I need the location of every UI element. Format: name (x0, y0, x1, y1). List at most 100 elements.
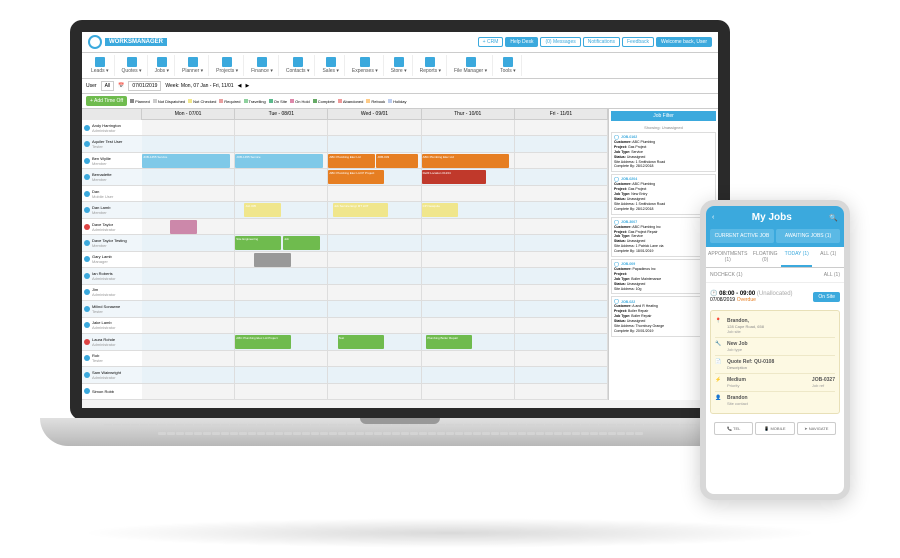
job-block[interactable]: ABC Plumbing Elec Ltd IP Project (328, 170, 383, 184)
tel-button[interactable]: 📞 TEL (714, 422, 753, 435)
status-legend: + Add Time Off PlannedNot DispatchedNot … (82, 94, 718, 109)
job-block[interactable]: ABC Plumbing Elec Ltd (328, 154, 374, 168)
phone-screen: ‹ My Jobs 🔍 CURRENT ACTIVE JOB AWAITING … (706, 206, 844, 494)
toolbar-expenses[interactable]: Expenses ▾ (347, 55, 384, 76)
header-buttons: + CRM Help Desk (0) Messages Notificatio… (478, 37, 712, 47)
main-toolbar: Leads ▾Quotes ▾Jobs ▾Planner ▾Projects ▾… (82, 53, 718, 79)
user-row[interactable]: Simon Robb (82, 384, 142, 400)
phone-status-row: NOCHECK (1) ALL (1) (706, 268, 844, 283)
job-block[interactable]: ABC Plumbing Elec Ltd Project (235, 335, 290, 349)
legend-item: Holiday (388, 96, 406, 106)
job-block[interactable]: Job Service Engr MT LDT (333, 203, 388, 217)
user-row[interactable]: Gary LambManager (82, 252, 142, 268)
user-row[interactable]: Dave TaylorAdministrator (82, 219, 142, 235)
logo-icon (88, 35, 102, 49)
user-row[interactable]: DanMobile User (82, 186, 142, 202)
user-row[interactable]: Ben WyllieMember (82, 153, 142, 169)
phone-device: ‹ My Jobs 🔍 CURRENT ACTIVE JOB AWAITING … (700, 200, 850, 500)
user-label: User (86, 83, 97, 89)
toolbar-file manager[interactable]: File Manager ▾ (449, 55, 493, 76)
job-block[interactable]: Job (283, 236, 320, 250)
job-block[interactable]: JOB-1455 Service (142, 154, 230, 168)
job-block[interactable]: Refill Location 01234 (422, 170, 487, 184)
mobile-button[interactable]: 📱 MOBILE (755, 422, 794, 435)
search-icon[interactable]: 🔍 (829, 214, 838, 222)
toolbar-sales[interactable]: Sales ▾ (317, 55, 344, 76)
phone-title: My Jobs (752, 212, 792, 223)
user-filter[interactable]: All (101, 81, 115, 91)
feedback-button[interactable]: Feedback (622, 37, 654, 47)
help-button[interactable]: Help Desk (505, 37, 538, 47)
toolbar-jobs[interactable]: Jobs ▾ (150, 55, 175, 76)
user-row[interactable]: BernadetteMember (82, 169, 142, 185)
toolbar-contacts[interactable]: Contacts ▾ (281, 55, 316, 76)
back-icon[interactable]: ‹ (712, 214, 714, 221)
schedule-grid[interactable]: JOB-1455 Service JOB-1455 Service Job 005 S… (142, 120, 608, 400)
phone-tabs: CURRENT ACTIVE JOB AWAITING JOBS (1) (706, 229, 844, 247)
toolbar-reports[interactable]: Reports ▾ (415, 55, 447, 76)
phone-subtab[interactable]: FLOATING (0) (749, 247, 781, 267)
job-time-row: 🕐 08:00 - 09:00 (Unallocated) 07/08/2019… (710, 287, 840, 306)
user-row[interactable]: Milind SonawneTester (82, 301, 142, 317)
messages-button[interactable]: (0) Messages (540, 37, 580, 47)
add-timeoff-button[interactable]: + Add Time Off (86, 96, 127, 106)
toolbar-leads[interactable]: Leads ▾ (86, 55, 115, 76)
legend-item: On Site (269, 96, 287, 106)
job-block[interactable]: Job 005 (244, 203, 281, 217)
user-row[interactable]: Jake LambAdministrator (82, 318, 142, 334)
users-column: Andy HarringtonAdministratorAquiler Test… (82, 120, 142, 400)
user-row[interactable]: Laura RohdeAdministrator (82, 334, 142, 350)
date-bar: User All 📅 07/01/2019 Week: Mon, 07 Jan … (82, 79, 718, 94)
job-block[interactable]: Site Engineering (235, 236, 281, 250)
phone-header: ‹ My Jobs 🔍 (706, 206, 844, 229)
day-header: Fri - 11/01 (515, 109, 608, 120)
onsite-badge[interactable]: On Site (813, 292, 840, 302)
tab-awaiting[interactable]: AWAITING JOBS (1) (776, 229, 840, 243)
schedule-body: Andy HarringtonAdministratorAquiler Test… (82, 120, 608, 400)
job-block[interactable]: Plumbing Boiler Repair (426, 335, 472, 349)
toolbar-finance[interactable]: Finance ▾ (246, 55, 279, 76)
welcome-label[interactable]: Welcome back, User (656, 37, 712, 47)
day-header: Mon - 07/01 (142, 109, 235, 120)
phone-subtab[interactable]: ALL (1) (812, 247, 844, 267)
phone-job-detail: 🕐 08:00 - 09:00 (Unallocated) 07/08/2019… (706, 283, 844, 443)
notifications-button[interactable]: Notifications (583, 37, 620, 47)
job-block[interactable]: CP Newquite (422, 203, 459, 217)
user-row[interactable]: Ian RobertsAdministrator (82, 268, 142, 284)
job-block[interactable] (254, 253, 291, 267)
toolbar-quotes[interactable]: Quotes ▾ (117, 55, 148, 76)
laptop-device: WORKSMANAGER + CRM Help Desk (0) Message… (40, 20, 760, 510)
phone-subtab[interactable]: APPOINTMENTS (1) (706, 247, 749, 267)
legend-item: Not Checked (188, 96, 216, 106)
job-block[interactable]: Test (338, 335, 384, 349)
user-row[interactable]: Dave Taylor TestingMember (82, 235, 142, 251)
day-header: Wed - 09/01 (328, 109, 421, 120)
toolbar-planner[interactable]: Planner ▾ (177, 55, 209, 76)
job-card[interactable]: JOB-0162Customer: ABC PlumbingProject: G… (611, 132, 716, 172)
toolbar-tools[interactable]: Tools ▾ (495, 55, 522, 76)
job-block[interactable]: ABC Plumbing Elec Ltd (422, 154, 510, 168)
legend-item: Required (219, 96, 240, 106)
user-row[interactable]: Aquiler Test UserTester (82, 136, 142, 152)
job-detail-card[interactable]: 📍Brandon,128 Cape Road, 658Job site🔧New … (710, 310, 840, 414)
user-row[interactable]: Andy HarringtonAdministrator (82, 120, 142, 136)
user-row[interactable]: RobTester (82, 351, 142, 367)
user-row[interactable]: Sam WainwrightAdministrator (82, 367, 142, 383)
app-logo[interactable]: WORKSMANAGER (88, 35, 167, 49)
navigate-button[interactable]: ➤ NAVIGATE (797, 422, 836, 435)
panel-title[interactable]: Job Filter (611, 111, 716, 121)
toolbar-projects[interactable]: Projects ▾ (211, 55, 244, 76)
job-block[interactable] (170, 220, 198, 234)
legend-item: Complete (313, 96, 335, 106)
phone-subtab[interactable]: TODAY (1) (781, 247, 813, 267)
day-header: Thur - 10/01 (422, 109, 515, 120)
tab-current[interactable]: CURRENT ACTIVE JOB (710, 229, 774, 243)
app-screen: WORKSMANAGER + CRM Help Desk (0) Message… (70, 20, 730, 420)
job-block[interactable]: JOB-033 (376, 154, 417, 168)
user-row[interactable]: Dan LambMember (82, 202, 142, 218)
date-input[interactable]: 07/01/2019 (128, 81, 161, 91)
crm-button[interactable]: + CRM (478, 37, 504, 47)
job-block[interactable]: JOB-1455 Service (235, 154, 323, 168)
toolbar-store[interactable]: Store ▾ (386, 55, 413, 76)
user-row[interactable]: JimAdministrator (82, 285, 142, 301)
